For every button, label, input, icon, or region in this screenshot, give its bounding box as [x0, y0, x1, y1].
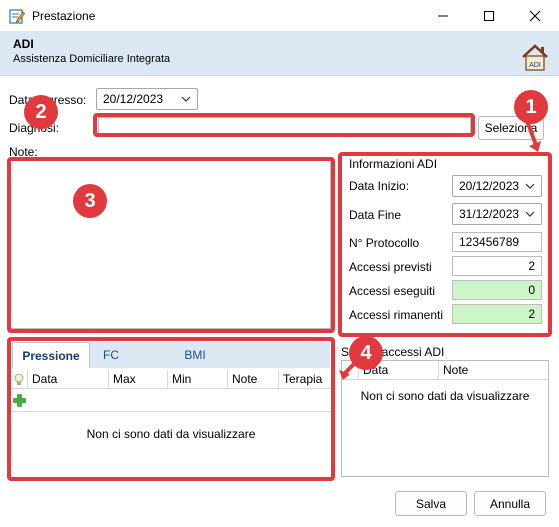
header-band: ADI Assistenza Domiciliare Integrata ADI — [0, 32, 559, 76]
diagnosi-field[interactable] — [98, 117, 471, 134]
chevron-down-icon — [181, 96, 191, 102]
callout-badge-2: 2 — [24, 95, 58, 129]
data-inizio-label: Data Inizio: — [349, 179, 410, 193]
note-label: Note: — [9, 145, 38, 159]
col-min[interactable]: Min — [168, 370, 228, 389]
data-ingresso-value: 20/12/2023 — [103, 92, 164, 106]
storico-empty-message: Non ci sono dati da visualizzare — [360, 389, 530, 403]
cancel-button[interactable]: Annulla — [474, 491, 546, 516]
callout-badge-3: 3 — [73, 184, 107, 218]
save-button[interactable]: Salva — [395, 491, 467, 516]
callout-badge-4: 4 — [349, 336, 383, 370]
chevron-down-icon — [525, 183, 535, 189]
protocollo-label: N° Protocollo — [349, 236, 420, 250]
col-note[interactable]: Note — [228, 370, 279, 389]
close-button[interactable] — [512, 0, 558, 32]
maximize-button[interactable] — [466, 0, 512, 32]
bulb-icon-cell — [11, 370, 28, 389]
protocollo-field[interactable]: 123456789 — [452, 232, 542, 252]
data-inizio-value: 20/12/2023 — [459, 179, 520, 193]
home-adi-icon: ADI — [522, 44, 548, 71]
data-fine-value: 31/12/2023 — [459, 207, 520, 221]
title-bar: Prestazione — [0, 0, 559, 32]
callout-badge-1: 1 — [514, 90, 548, 124]
window-title: Prestazione — [32, 9, 96, 23]
home-adi-text: ADI — [529, 62, 541, 69]
data-fine-picker[interactable]: 31/12/2023 — [452, 203, 542, 225]
tab-bmi[interactable]: BMI — [172, 342, 218, 368]
accessi-previsti-field[interactable]: 2 — [452, 256, 542, 276]
header-title: ADI — [13, 37, 34, 51]
app-edit-icon — [9, 9, 25, 24]
data-ingresso-picker[interactable]: 20/12/2023 — [96, 88, 198, 110]
accessi-previsti-label: Accessi previsti — [349, 260, 432, 274]
accessi-eseguiti-label: Accessi eseguiti — [349, 284, 436, 298]
vitals-new-row[interactable] — [11, 390, 331, 412]
accessi-rimanenti-label: Accessi rimanenti — [349, 308, 444, 322]
arrow-head-1 — [529, 141, 541, 152]
data-inizio-picker[interactable]: 20/12/2023 — [452, 175, 542, 197]
minimize-button[interactable] — [420, 0, 466, 32]
minimize-icon — [438, 15, 448, 17]
data-fine-label: Data Fine — [349, 208, 402, 222]
header-subtitle: Assistenza Domiciliare Integrata — [13, 53, 171, 65]
close-icon — [529, 10, 541, 22]
add-plus-icon[interactable] — [13, 394, 26, 407]
col-max[interactable]: Max — [109, 370, 168, 389]
vitals-grid-header: Data Max Min Note Terapia — [11, 370, 331, 389]
info-adi-title: Informazioni ADI — [349, 157, 438, 171]
tab-pressione[interactable]: Pressione — [12, 342, 90, 368]
lightbulb-icon — [14, 373, 24, 385]
note-textarea[interactable] — [10, 160, 331, 329]
maximize-icon — [484, 11, 494, 21]
vitals-empty-message: Non ci sono dati da visualizzare — [86, 427, 256, 441]
chevron-down-icon — [525, 211, 535, 217]
col-terapia[interactable]: Terapia — [279, 370, 331, 389]
tab-fc[interactable]: FC — [94, 342, 128, 368]
storico-col-note[interactable]: Note — [439, 361, 548, 380]
accessi-eseguiti-field: 0 — [452, 280, 542, 300]
vitals-tab-strip: Pressione FC BMI — [12, 342, 330, 368]
accessi-rimanenti-field: 2 — [452, 304, 542, 324]
col-data[interactable]: Data — [28, 370, 109, 389]
